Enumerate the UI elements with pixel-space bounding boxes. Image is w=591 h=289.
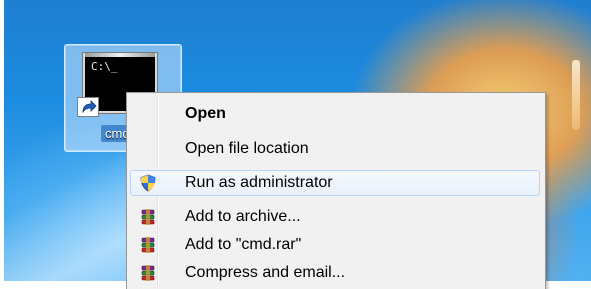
menu-item-label: Open bbox=[185, 105, 226, 122]
wallpaper-tree-decoration bbox=[572, 60, 580, 130]
menu-item-add-to-archive[interactable]: Add to archive... bbox=[130, 204, 540, 230]
shortcut-arrow-icon bbox=[77, 97, 99, 117]
menu-item-label: Run as administrator bbox=[185, 174, 333, 191]
winrar-icon bbox=[139, 208, 157, 226]
screenshot: C:\_ cmd Open Open file location Run as … bbox=[0, 0, 591, 289]
menu-item-label: Open file location bbox=[185, 140, 309, 157]
menu-item-open[interactable]: Open bbox=[130, 101, 540, 127]
console-prompt-text: C:\_ bbox=[91, 60, 118, 73]
winrar-icon bbox=[139, 236, 157, 254]
menu-item-label: Compress and email... bbox=[185, 264, 346, 281]
menu-item-label: Add to archive... bbox=[185, 208, 301, 225]
menu-item-open-file-location[interactable]: Open file location bbox=[130, 136, 540, 162]
menu-item-run-as-administrator[interactable]: Run as administrator bbox=[130, 170, 540, 196]
context-menu: Open Open file location Run as administr… bbox=[126, 92, 546, 289]
uac-shield-icon bbox=[139, 174, 157, 192]
menu-item-compress-and-email[interactable]: Compress and email... bbox=[130, 260, 540, 286]
menu-item-label: Add to "cmd.rar" bbox=[185, 236, 302, 253]
menu-item-add-to-cmd-rar[interactable]: Add to "cmd.rar" bbox=[130, 232, 540, 258]
winrar-icon bbox=[139, 264, 157, 282]
console-window-bar bbox=[85, 53, 155, 57]
